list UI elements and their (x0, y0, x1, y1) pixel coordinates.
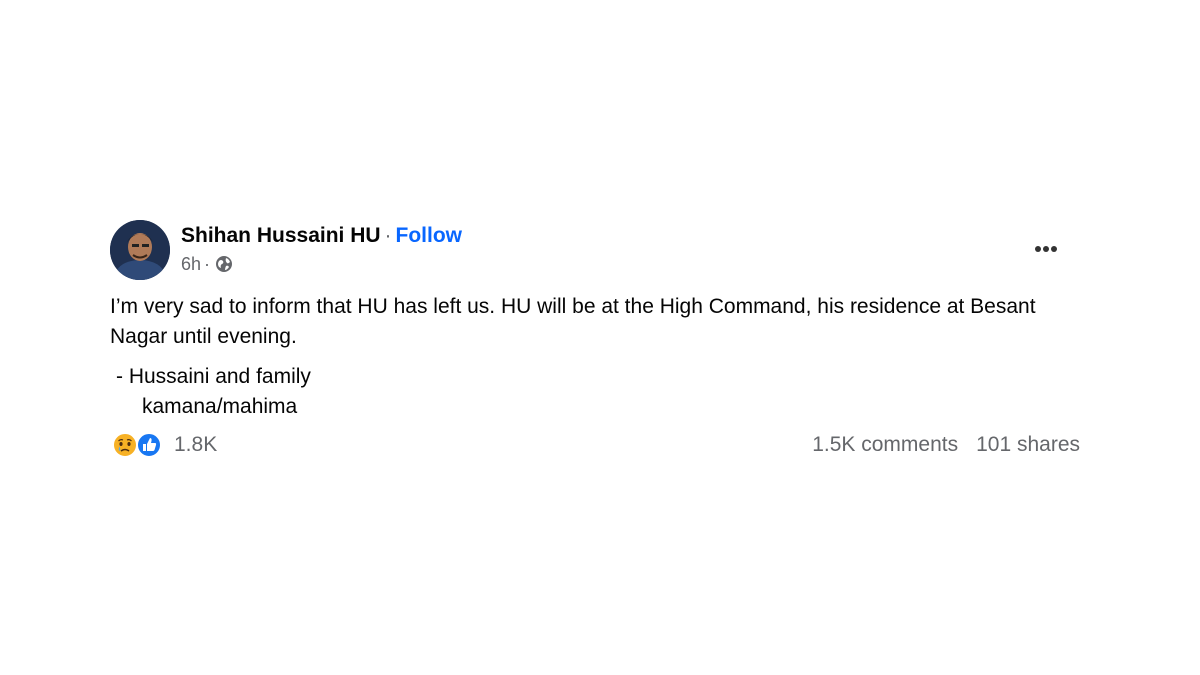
post-card: Shihan Hussaini HU · Follow 6h · I’m very … (110, 218, 1090, 468)
avatar[interactable] (110, 220, 170, 280)
sad-reaction-icon (112, 432, 138, 458)
separator-dot: · (384, 224, 392, 247)
author-line: Shihan Hussaini HU · Follow (181, 221, 462, 251)
post-text: I’m very sad to inform that HU has left … (110, 295, 1036, 348)
post-body: I’m very sad to inform that HU has left … (110, 292, 1090, 352)
globe-icon[interactable] (215, 255, 233, 273)
post-time[interactable]: 6h (181, 252, 201, 276)
more-options-icon[interactable] (1026, 236, 1066, 262)
reactions-summary[interactable]: 1.8K (110, 430, 217, 460)
post-meta: 6h · (181, 252, 233, 276)
like-reaction-icon (136, 432, 162, 458)
comments-count[interactable]: 1.5K comments (812, 433, 958, 457)
reaction-count[interactable]: 1.8K (174, 433, 217, 457)
reaction-icons[interactable] (110, 430, 166, 460)
shares-count[interactable]: 101 shares (976, 433, 1080, 457)
time-separator: · (204, 254, 211, 274)
signature-line-2: kamana/mahima (142, 395, 298, 418)
follow-button[interactable]: Follow (396, 224, 463, 247)
engagement-counts: 1.5K comments 101 shares (812, 430, 1080, 460)
signature-line-1: - Hussaini and family (116, 365, 311, 388)
author-name[interactable]: Shihan Hussaini HU (181, 224, 381, 247)
